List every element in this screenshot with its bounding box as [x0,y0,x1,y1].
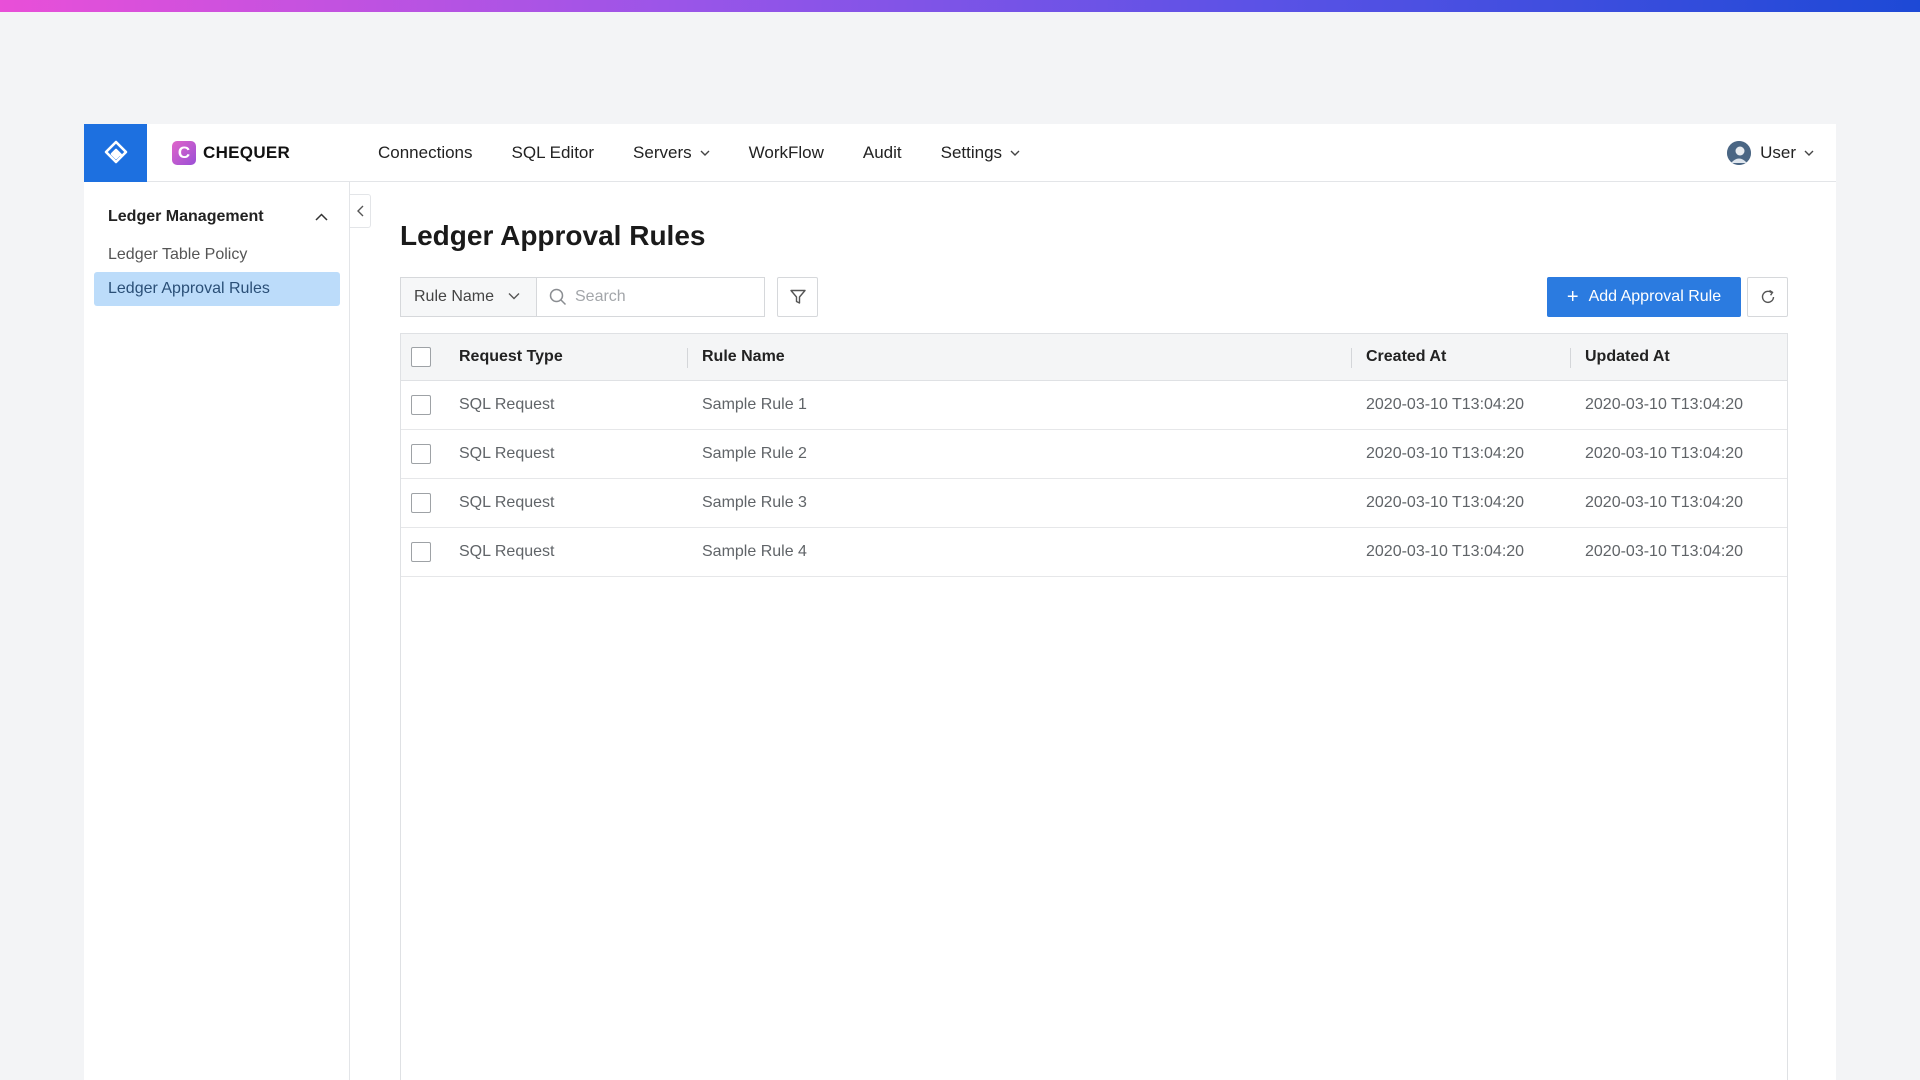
search-icon [549,288,567,306]
app-logo-icon [104,140,127,163]
row-checkbox[interactable] [411,493,431,513]
nav-audit-label: Audit [862,142,902,162]
column-divider [687,348,688,368]
sidebar-group-label: Ledger Management [108,208,264,225]
sidebar-item-ledger-approval-rules[interactable]: Ledger Approval Rules [94,272,340,306]
refresh-icon [1761,289,1774,303]
nav-settings-label: Settings [940,142,1003,162]
top-header: C CHEQUER Connections SQL Editor Servers… [84,123,1836,182]
sidebar-collapse-button[interactable] [350,194,371,228]
column-header-updated-at[interactable]: Updated At [1585,348,1670,366]
filter-icon [789,289,806,304]
nav-workflow-label: WorkFlow [748,142,824,162]
nav-workflow[interactable]: WorkFlow [749,143,824,163]
cell-updated-at: 2020-03-10 T13:04:20 [1585,543,1744,560]
refresh-button[interactable] [1747,277,1788,317]
cell-rule-name: Sample Rule 3 [702,494,807,511]
cell-request-type: SQL Request [459,543,555,560]
top-gradient-bar [0,0,1920,12]
app-window: C CHEQUER Connections SQL Editor Servers… [84,123,1836,1080]
toolbar: Rule Name + Add Approval Rule [400,277,1788,317]
table-row[interactable]: SQL Request Sample Rule 1 2020-03-10 T13… [401,381,1787,430]
nav-servers-label: Servers [633,142,692,162]
search-field-select[interactable]: Rule Name [400,277,537,317]
chevron-down-icon [508,293,520,300]
sidebar-item-ledger-table-policy[interactable]: Ledger Table Policy [94,238,340,272]
plus-icon: + [1566,286,1579,308]
nav-settings[interactable]: Settings [941,143,1020,163]
sidebar-item-label: Ledger Table Policy [108,246,248,263]
table-row[interactable]: SQL Request Sample Rule 3 2020-03-10 T13… [401,479,1787,528]
brand-name: CHEQUER [203,142,291,162]
cell-created-at: 2020-03-10 T13:04:20 [1366,396,1525,413]
table-row[interactable]: SQL Request Sample Rule 4 2020-03-10 T13… [401,528,1787,577]
chevron-left-icon [356,205,363,217]
select-all-checkbox[interactable] [411,347,431,367]
cell-request-type: SQL Request [459,494,555,511]
column-divider [1570,348,1571,368]
search-box [536,277,765,317]
nav-audit[interactable]: Audit [863,143,902,163]
chevron-down-icon [1010,150,1020,156]
sidebar-group-ledger-management[interactable]: Ledger Management [108,208,328,226]
cell-rule-name: Sample Rule 4 [702,543,807,560]
brand-mark-icon: C [172,140,196,165]
add-approval-rule-button[interactable]: + Add Approval Rule [1547,277,1741,317]
user-menu[interactable]: User [1727,124,1814,182]
row-checkbox[interactable] [411,395,431,415]
column-header-rule-name[interactable]: Rule Name [702,348,785,366]
row-checkbox[interactable] [411,444,431,464]
add-approval-rule-label: Add Approval Rule [1588,288,1722,305]
row-checkbox[interactable] [411,542,431,562]
sidebar: Ledger Management Ledger Table Policy Le… [84,182,350,1080]
cell-request-type: SQL Request [459,445,555,462]
nav-sql-editor-label: SQL Editor [511,142,595,162]
chevron-down-icon [1804,150,1814,156]
nav-connections[interactable]: Connections [378,143,473,163]
search-input[interactable] [575,288,755,306]
cell-request-type: SQL Request [459,396,555,413]
home-logo-button[interactable] [84,123,147,182]
avatar [1727,141,1752,165]
select-value: Rule Name [414,288,495,305]
user-label: User [1760,143,1796,162]
column-divider [1351,348,1352,368]
cell-rule-name: Sample Rule 2 [702,445,807,462]
cell-created-at: 2020-03-10 T13:04:20 [1366,445,1525,462]
cell-created-at: 2020-03-10 T13:04:20 [1366,494,1525,511]
chevron-up-icon [315,213,328,221]
page-title: Ledger Approval Rules [400,220,706,251]
table-header: Request Type Rule Name Created At Update… [401,334,1787,381]
cell-updated-at: 2020-03-10 T13:04:20 [1585,445,1744,462]
table-row[interactable]: SQL Request Sample Rule 2 2020-03-10 T13… [401,430,1787,479]
nav-servers[interactable]: Servers [633,143,710,163]
brand[interactable]: C CHEQUER [172,140,322,165]
approval-rules-table: Request Type Rule Name Created At Update… [400,333,1788,1080]
nav-sql-editor[interactable]: SQL Editor [512,143,595,163]
cell-updated-at: 2020-03-10 T13:04:20 [1585,396,1744,413]
cell-rule-name: Sample Rule 1 [702,396,807,413]
sidebar-item-label: Ledger Approval Rules [108,280,270,297]
main-nav: Connections SQL Editor Servers WorkFlow … [378,143,1059,163]
main-content: Ledger Approval Rules Rule Name + [400,182,1792,1080]
column-header-created-at[interactable]: Created At [1366,348,1446,366]
cell-updated-at: 2020-03-10 T13:04:20 [1585,494,1744,511]
column-header-request-type[interactable]: Request Type [459,348,563,366]
chevron-down-icon [700,150,710,156]
user-avatar-icon [1727,141,1752,165]
cell-created-at: 2020-03-10 T13:04:20 [1366,543,1525,560]
nav-connections-label: Connections [378,142,473,162]
filter-button[interactable] [777,277,818,317]
